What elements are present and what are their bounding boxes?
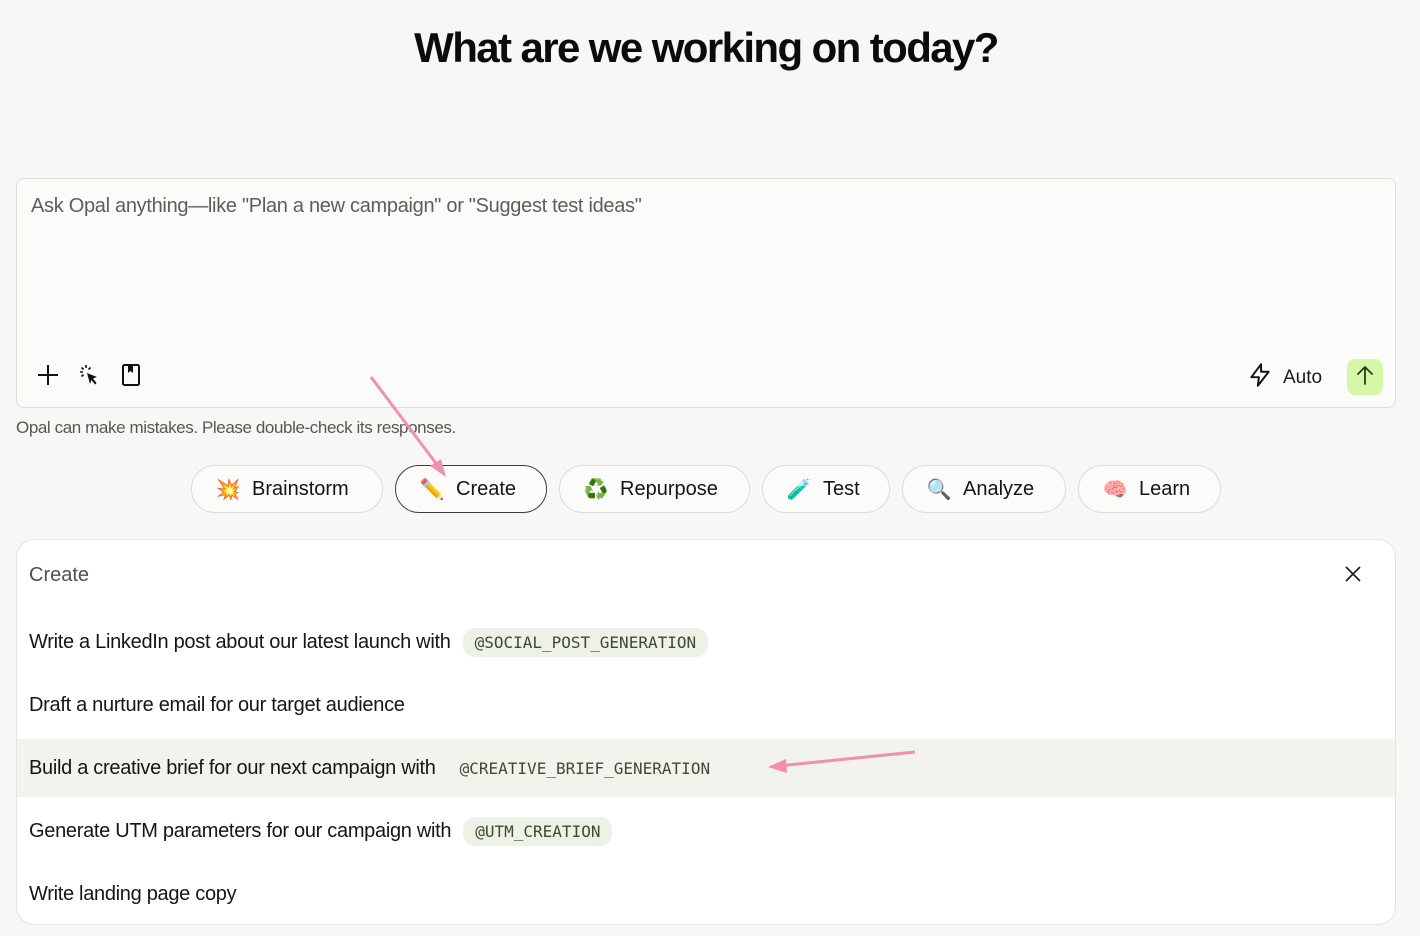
chip-test-icon: 🧪	[786, 478, 812, 501]
chip-create[interactable]: ✏️ Create	[395, 465, 547, 513]
add-button[interactable]	[33, 362, 63, 392]
chip-test[interactable]: 🧪 Test	[762, 465, 890, 513]
chip-label: Brainstorm	[252, 477, 349, 500]
mode-selector[interactable]: Auto	[1247, 362, 1322, 394]
close-icon	[1344, 565, 1362, 588]
panel-title: Create	[29, 564, 90, 586]
suggestion-text: Write a LinkedIn post about our latest l…	[29, 630, 451, 653]
prompt-input[interactable]	[29, 193, 1383, 337]
library-button[interactable]	[116, 362, 146, 392]
chip-repurpose[interactable]: ♻️ Repurpose	[559, 465, 750, 513]
suggestion-text: Generate UTM parameters for our campaign…	[29, 819, 452, 842]
element-select-button[interactable]	[74, 362, 104, 392]
chip-learn[interactable]: 🧠 Learn	[1078, 465, 1221, 513]
suggestion-item[interactable]: Build a creative brief for our next camp…	[17, 739, 1395, 797]
agent-tag: @UTM_CREATION	[463, 816, 613, 846]
chip-label: Analyze	[963, 477, 1035, 500]
chip-create-icon: ✏️	[419, 478, 445, 501]
arrow-up-icon	[1353, 363, 1377, 392]
send-button[interactable]	[1347, 359, 1383, 395]
suggestion-text: Draft a nurture email for our target aud…	[29, 693, 405, 716]
chip-analyze-icon: 🔍	[926, 478, 952, 501]
chip-repurpose-icon: ♻️	[583, 478, 609, 501]
suggestions-panel: Create Write a LinkedIn post about our l…	[16, 539, 1396, 925]
suggestion-item[interactable]: Draft a nurture email for our target aud…	[17, 676, 1395, 734]
mode-label: Auto	[1283, 367, 1323, 388]
chip-brainstorm-icon: 💥	[215, 478, 241, 501]
composer: Auto	[16, 178, 1396, 408]
agent-tag: @SOCIAL_POST_GENERATION	[462, 627, 709, 657]
chip-label: Create	[456, 477, 517, 500]
disclaimer-text: Opal can make mistakes. Please double-ch…	[16, 418, 456, 437]
lightning-icon	[1247, 362, 1273, 394]
page-title: What are we working on today?	[414, 24, 999, 71]
chip-analyze[interactable]: 🔍 Analyze	[902, 465, 1066, 513]
close-button[interactable]	[1341, 564, 1365, 588]
page: What are we working on today? Ask Opal a…	[0, 0, 1420, 936]
cursor-select-icon	[77, 363, 101, 392]
chip-learn-icon: 🧠	[1102, 478, 1128, 501]
plus-icon	[36, 363, 60, 392]
chip-label: Test	[823, 477, 860, 500]
chip-brainstorm[interactable]: 💥 Brainstorm	[191, 465, 383, 513]
agent-tag: @CREATIVE_BRIEF_GENERATION	[459, 758, 711, 778]
chip-label: Repurpose	[620, 477, 718, 500]
suggestion-text: Build a creative brief for our next camp…	[29, 756, 436, 779]
suggestion-text: Write landing page copy	[29, 882, 237, 905]
bookmark-icon	[119, 363, 143, 392]
chip-label: Learn	[1139, 477, 1191, 500]
suggestion-item[interactable]: Write landing page copy	[17, 865, 1395, 923]
suggestion-item[interactable]: Write a LinkedIn post about our latest l…	[17, 613, 1395, 671]
suggestion-item[interactable]: Generate UTM parameters for our campaign…	[17, 802, 1395, 860]
